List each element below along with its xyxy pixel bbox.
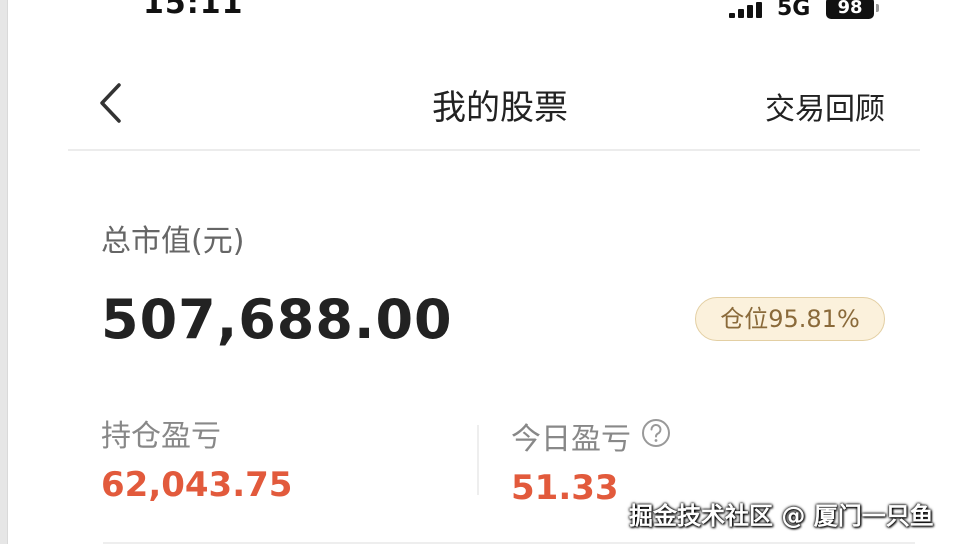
trade-review-button[interactable]: 交易回顾 [765, 84, 885, 128]
cellular-signal-icon [729, 2, 769, 18]
position-ratio-badge: 仓位95.81% [695, 297, 885, 341]
status-time: 15:11 [143, 0, 244, 21]
watermark: 掘金技术社区 @ 厦门一只鱼 [629, 502, 934, 530]
total-market-value: 507,688.00 [101, 288, 453, 351]
header-divider [68, 149, 920, 151]
question-circle-icon [642, 419, 670, 447]
today-pl-label: 今日盈亏 [511, 422, 631, 457]
column-divider [477, 425, 479, 495]
battery-icon [876, 4, 879, 12]
total-market-value-label: 总市值(元) [101, 224, 245, 259]
battery-level: 98 [826, 0, 874, 19]
holding-pl-label: 持仓盈亏 [101, 419, 221, 454]
today-pl-value: 51.33 [511, 468, 619, 508]
help-icon[interactable] [641, 418, 671, 448]
network-type: 5G [777, 0, 811, 21]
holding-pl-value: 62,043.75 [101, 465, 293, 505]
